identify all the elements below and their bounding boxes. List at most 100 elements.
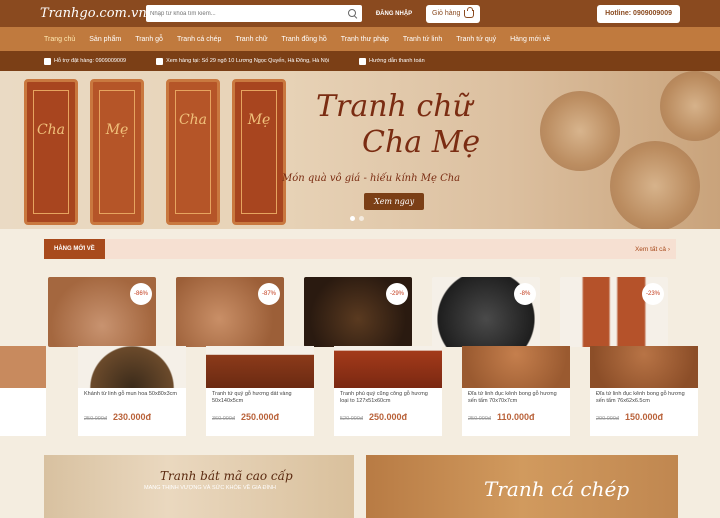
product-thumb[interactable]: -8% [432,277,540,347]
banner-cta-button[interactable]: Xem ngay [364,193,425,210]
calligraphy-panel: Cha [24,79,78,225]
banner-subtitle: Món quà vô giá - hiếu kính Mẹ Cha [282,173,461,184]
see-all-link[interactable]: Xem tất cả › [635,246,676,253]
nav-new-arrivals[interactable]: Hàng mới về [510,36,550,43]
product-thumb[interactable]: -87% [176,277,284,347]
banner-title-line2: Cha Mẹ [362,125,481,160]
carved-flower [540,91,620,171]
discount-badge: -23% [642,283,664,305]
calligraphy-panel: Cha [166,79,220,225]
nav-wood-paintings[interactable]: Tranh gỗ [135,36,163,43]
search-input[interactable] [150,10,348,17]
product-price: 250.000đ 230.000đ [78,412,186,422]
product-image[interactable] [206,346,314,388]
nav-carp-paintings[interactable]: Tranh cá chép [177,36,222,43]
cart-icon [464,6,475,18]
product-image[interactable] [0,346,46,388]
sale-price: 250.000đ [368,412,407,422]
nav-four-holy-beasts[interactable]: Tranh tứ linh [403,36,442,43]
carved-flower [660,71,720,141]
panel-glyph: Mẹ [105,122,129,138]
product-price: 250.000đ 110.000đ [462,412,570,422]
address-text: Xem hàng tại: Số 29 ngõ 10 Lương Ngọc Qu… [166,58,330,64]
nav-products[interactable]: Sản phẩm [89,36,121,43]
product-price: 520.000đ 250.000đ [334,412,442,422]
payment-guide-text[interactable]: Hướng dẫn thanh toán [369,58,425,64]
product-card[interactable]: Đĩa tứ linh đục kênh bong gỗ hương sến t… [590,346,698,436]
panel-glyph: Cha [36,122,66,138]
product-card[interactable]: Khánh từ linh gỗ mun hoa 50x80x3cm 250.0… [78,346,186,436]
old-price: 520.000đ [340,416,363,422]
product-name[interactable]: Đĩa tứ linh đục kênh bong gỗ hương sến t… [590,388,698,412]
product-image[interactable] [78,346,186,388]
discount-badge: -8% [514,283,536,305]
product-name[interactable]: Đĩa tứ linh đục kênh bong gỗ hương sến t… [462,388,570,412]
support-text: Hỗ trợ đặt hàng: 0909009009 [54,58,127,64]
panel-glyph: Mẹ [247,112,271,128]
old-price: 360.000đ [212,416,235,422]
product-name[interactable]: Tranh phú quý cũng công gỗ hương loại to… [334,388,442,412]
carousel-dots [350,216,364,221]
nav-calligraphy[interactable]: Tranh thư pháp [341,36,389,43]
product-image[interactable] [590,346,698,388]
product-card[interactable] [0,346,46,436]
sale-price: 250.000đ [240,412,279,422]
promo-subtitle: MANG THỊNH VƯỢNG VÀ SỨC KHỎE VỀ GIA ĐÌNH [144,485,276,491]
location-icon [156,57,164,65]
top-header: Tranhgo.com.vn ĐĂNG NHẬP Giỏ hàng Hotlin… [0,0,720,27]
login-link[interactable]: ĐĂNG NHẬP [370,11,418,17]
product-card[interactable]: Tranh phú quý cũng công gỗ hương loại to… [334,346,442,436]
product-thumb[interactable]: -29% [304,277,412,347]
product-price: 200.000đ 150.000đ [590,412,698,422]
search-box[interactable] [146,5,362,22]
nav-calligraphy-letters[interactable]: Tranh chữ [235,36,267,43]
cart-label: Giỏ hàng [432,10,461,17]
info-bar: Hỗ trợ đặt hàng: 0909009009 Xem hàng tại… [0,51,720,71]
nav-four-seasons[interactable]: Tranh tứ quý [456,36,496,43]
calligraphy-panel: Mẹ [90,79,144,225]
product-carousel-back: -86% -87% -29% -8% -23% [42,277,678,347]
promo-banner-carp[interactable]: Tranh cá chép [366,455,678,518]
promo-banner-horses[interactable]: Tranh bát mã cao cấp MANG THỊNH VƯỢNG VÀ… [44,455,354,518]
hero-banner[interactable]: Cha Mẹ Cha Mẹ Tranh chữ Cha Mẹ Món quà v… [0,71,720,229]
discount-badge: -29% [386,283,408,305]
carved-flower [610,141,700,229]
section-header-new-arrivals: HÀNG MỚI VỀ Xem tất cả › [44,239,676,259]
address-info: Xem hàng tại: Số 29 ngõ 10 Lương Ngọc Qu… [156,57,330,65]
calligraphy-panel: Mẹ [232,79,286,225]
support-info: Hỗ trợ đặt hàng: 0909009009 [44,57,127,65]
nav-home[interactable]: Trang chủ [44,36,75,43]
product-name[interactable]: Tranh tứ quý gỗ hương dát vàng 50x140x5c… [206,388,314,412]
carousel-dot[interactable] [359,216,364,221]
old-price: 250.000đ [468,416,491,422]
promo-title: Tranh cá chép [484,477,630,501]
cart-button[interactable]: Giỏ hàng [426,4,481,23]
old-price: 250.000đ [84,416,107,422]
site-logo[interactable]: Tranhgo.com.vn [40,6,147,21]
product-price: 360.000đ 250.000đ [206,412,314,422]
panel-glyph: Cha [178,112,208,128]
phone-icon [44,57,51,65]
hotline-button[interactable]: Hotline: 0909009009 [597,4,680,23]
main-nav: Trang chủ Sản phẩm Tranh gỗ Tranh cá ché… [0,27,720,51]
old-price: 200.000đ [596,416,619,422]
product-card[interactable]: Tranh tứ quý gỗ hương dát vàng 50x140x5c… [206,346,314,436]
product-name[interactable]: Khánh từ linh gỗ mun hoa 50x80x3cm [78,388,186,412]
nav-clock-paintings[interactable]: Tranh đồng hồ [282,36,327,43]
product-carousel-front: Khánh từ linh gỗ mun hoa 50x80x3cm 250.0… [0,346,698,436]
product-card[interactable]: Đĩa tứ linh đục kênh bong gỗ hương sến t… [462,346,570,436]
banner-title: Tranh chữ Cha Mẹ [316,89,480,161]
discount-badge: -86% [130,283,152,305]
search-icon[interactable] [348,8,358,19]
payment-icon [359,57,367,65]
product-image[interactable] [334,346,442,388]
sale-price: 150.000đ [624,412,663,422]
payment-guide[interactable]: Hướng dẫn thanh toán [359,57,425,65]
product-thumb[interactable]: -23% [560,277,668,347]
section-label: HÀNG MỚI VỀ [44,239,105,259]
carousel-dot[interactable] [350,216,355,221]
promo-title: Tranh bát mã cao cấp [160,469,293,483]
banner-title-line1: Tranh chữ [316,89,472,124]
product-thumb[interactable]: -86% [48,277,156,347]
product-image[interactable] [462,346,570,388]
